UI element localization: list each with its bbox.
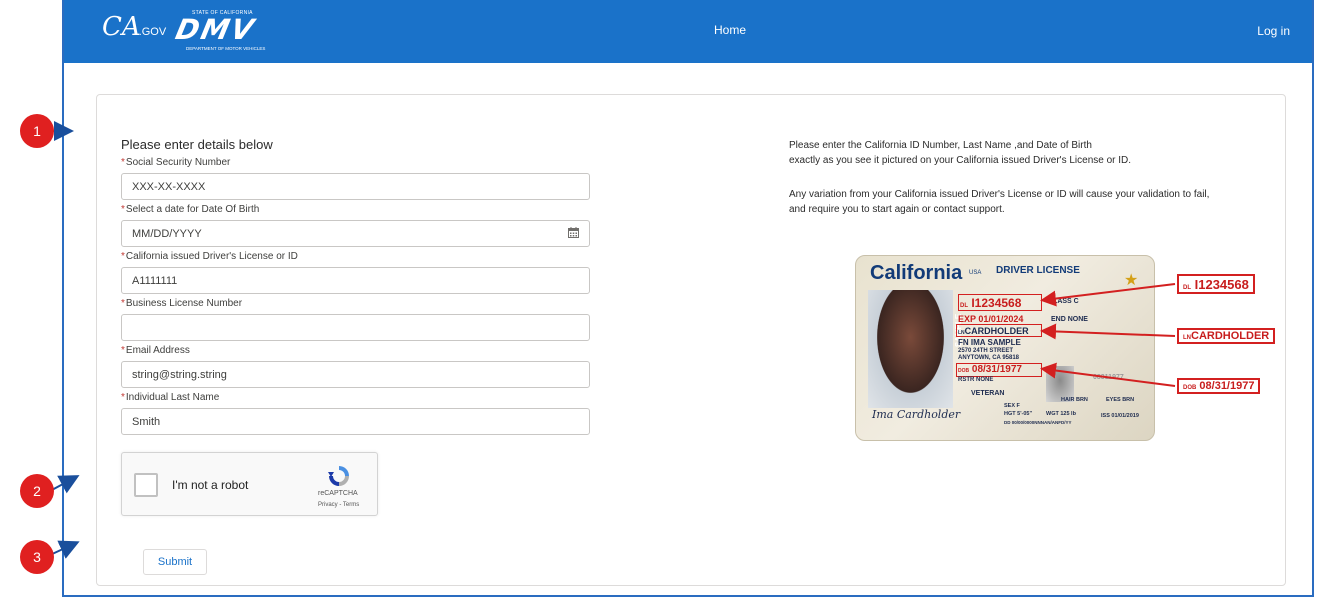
step-marker-2: 2 <box>20 474 54 508</box>
business-license-label-text: Business License Number <box>125 298 243 309</box>
dob-input[interactable] <box>121 220 590 247</box>
license-signature: Ima Cardholder <box>872 408 961 421</box>
form-heading: Please enter details below <box>121 137 273 152</box>
license-iss: ISS 01/01/2019 <box>1101 413 1139 419</box>
license-class: CLASS C <box>1048 298 1079 305</box>
dmv-logo[interactable]: STATE OF CALIFORNIA DMV DEPARTMENT OF MO… <box>172 10 274 54</box>
license-hair: HAIR BRN <box>1061 397 1088 403</box>
callout-dl-prefix: DL <box>1183 285 1191 291</box>
license-dl-prefix: DL <box>960 303 968 309</box>
instructions-line-1: Please enter the California ID Number, L… <box>789 140 1092 151</box>
license-id-label: *California issued Driver's License or I… <box>121 251 298 262</box>
step-marker-3: 3 <box>20 540 54 574</box>
license-type: DRIVER LICENSE <box>996 265 1080 276</box>
callout-dl-value: I1234568 <box>1194 277 1249 292</box>
step-marker-1: 1 <box>20 114 54 148</box>
recaptcha-brand: reCAPTCHA <box>318 490 358 497</box>
license-star-icon: ★ <box>1124 272 1139 289</box>
license-ln-value: CARDHOLDER <box>964 326 1029 336</box>
recaptcha-logo-icon <box>328 466 349 486</box>
license-usa: USA <box>969 270 982 276</box>
recaptcha-checkbox[interactable] <box>134 473 158 497</box>
instructions-line-4: and require you to start again or contac… <box>789 204 1005 215</box>
license-dob: DOB 08/31/1977 <box>958 364 1022 375</box>
callout-last-name: LNCARDHOLDER <box>1177 328 1276 344</box>
dmv-logo-dept: DEPARTMENT OF MOTOR VEHICLES <box>186 46 266 51</box>
callout-dob-prefix: DOB <box>1183 385 1197 391</box>
instructions-line-2: exactly as you see it pictured on your C… <box>789 155 1132 166</box>
ca-gov-logo-suffix: .GOV <box>138 26 167 38</box>
nav-login-link[interactable]: Log in <box>1257 24 1290 38</box>
instructions-line-3: Any variation from your California issue… <box>789 189 1210 200</box>
callout-ln-value: CARDHOLDER <box>1191 330 1270 342</box>
nav-home-link[interactable]: Home <box>714 23 746 37</box>
dob-label-text: Select a date for Date Of Birth <box>125 204 260 215</box>
required-mark: * <box>121 345 125 356</box>
ssn-label: *Social Security Number <box>121 157 230 168</box>
last-name-label-text: Individual Last Name <box>125 392 220 403</box>
ssn-label-text: Social Security Number <box>125 157 231 168</box>
license-hgt: HGT 5'-05" <box>1004 411 1033 417</box>
required-mark: * <box>121 251 125 262</box>
license-rstr: RSTR NONE <box>958 377 994 383</box>
license-id-input[interactable] <box>121 267 590 294</box>
last-name-label: *Individual Last Name <box>121 392 219 403</box>
license-state: California <box>870 262 963 284</box>
recaptcha-terms[interactable]: Privacy - Terms <box>318 502 359 508</box>
license-dob-prefix: DOB <box>958 368 970 374</box>
recaptcha-widget: I'm not a robot reCAPTCHA Privacy - Term… <box>121 452 378 516</box>
email-label: *Email Address <box>121 345 190 356</box>
recaptcha-label: I'm not a robot <box>172 478 249 492</box>
ca-gov-logo-main: CA <box>102 12 141 42</box>
license-dl-value: I1234568 <box>971 296 1022 310</box>
callout-dl-number: DL I1234568 <box>1177 274 1255 294</box>
last-name-input[interactable] <box>121 408 590 435</box>
dmv-logo-text: DMV <box>172 13 259 46</box>
license-exp: EXP 01/01/2024 <box>958 314 1024 324</box>
license-end: END NONE <box>1051 316 1088 323</box>
license-dl-number: DL I1234568 <box>960 296 1021 310</box>
license-ln-prefix: LN <box>958 330 965 336</box>
required-mark: * <box>121 204 125 215</box>
license-small-dob: 08311977 <box>1093 374 1124 381</box>
email-input[interactable] <box>121 361 590 388</box>
submit-button[interactable]: Submit <box>143 549 207 575</box>
callout-dob-value: 08/31/1977 <box>1199 380 1255 392</box>
callout-ln-prefix: LN <box>1183 335 1191 341</box>
email-label-text: Email Address <box>125 345 190 356</box>
business-license-label: *Business License Number <box>121 298 242 309</box>
license-photo <box>868 290 953 408</box>
license-address-2: ANYTOWN, CA 95818 <box>958 355 1020 361</box>
required-mark: * <box>121 298 125 309</box>
license-wgt: WGT 125 lb <box>1046 411 1076 417</box>
calendar-icon[interactable] <box>568 227 579 238</box>
license-first-name: FN IMA SAMPLE <box>958 338 1021 347</box>
license-id-label-text: California issued Driver's License or ID <box>125 251 298 262</box>
dob-label: *Select a date for Date Of Birth <box>121 204 259 215</box>
license-dob-value: 08/31/1977 <box>971 364 1022 375</box>
license-last-name: LNCARDHOLDER <box>958 326 1029 336</box>
callout-dob: DOB 08/31/1977 <box>1177 378 1261 394</box>
ca-gov-logo[interactable]: CA.GOV <box>102 14 166 45</box>
license-dd: DD 00/00/0000NNNAN/ANFD/YY <box>1004 420 1072 425</box>
top-nav-bar: CA.GOV STATE OF CALIFORNIA DMV DEPARTMEN… <box>64 0 1312 63</box>
license-sex: SEX F <box>1004 403 1020 409</box>
license-veteran: VETERAN <box>971 390 1005 397</box>
business-license-input[interactable] <box>121 314 590 341</box>
ssn-input[interactable] <box>121 173 590 200</box>
required-mark: * <box>121 157 125 168</box>
required-mark: * <box>121 392 125 403</box>
license-eyes: EYES BRN <box>1106 397 1135 403</box>
license-address-1: 2570 24TH STREET <box>958 348 1014 354</box>
sample-license-image: California USA DRIVER LICENSE ★ SAMPLE D… <box>855 255 1155 441</box>
